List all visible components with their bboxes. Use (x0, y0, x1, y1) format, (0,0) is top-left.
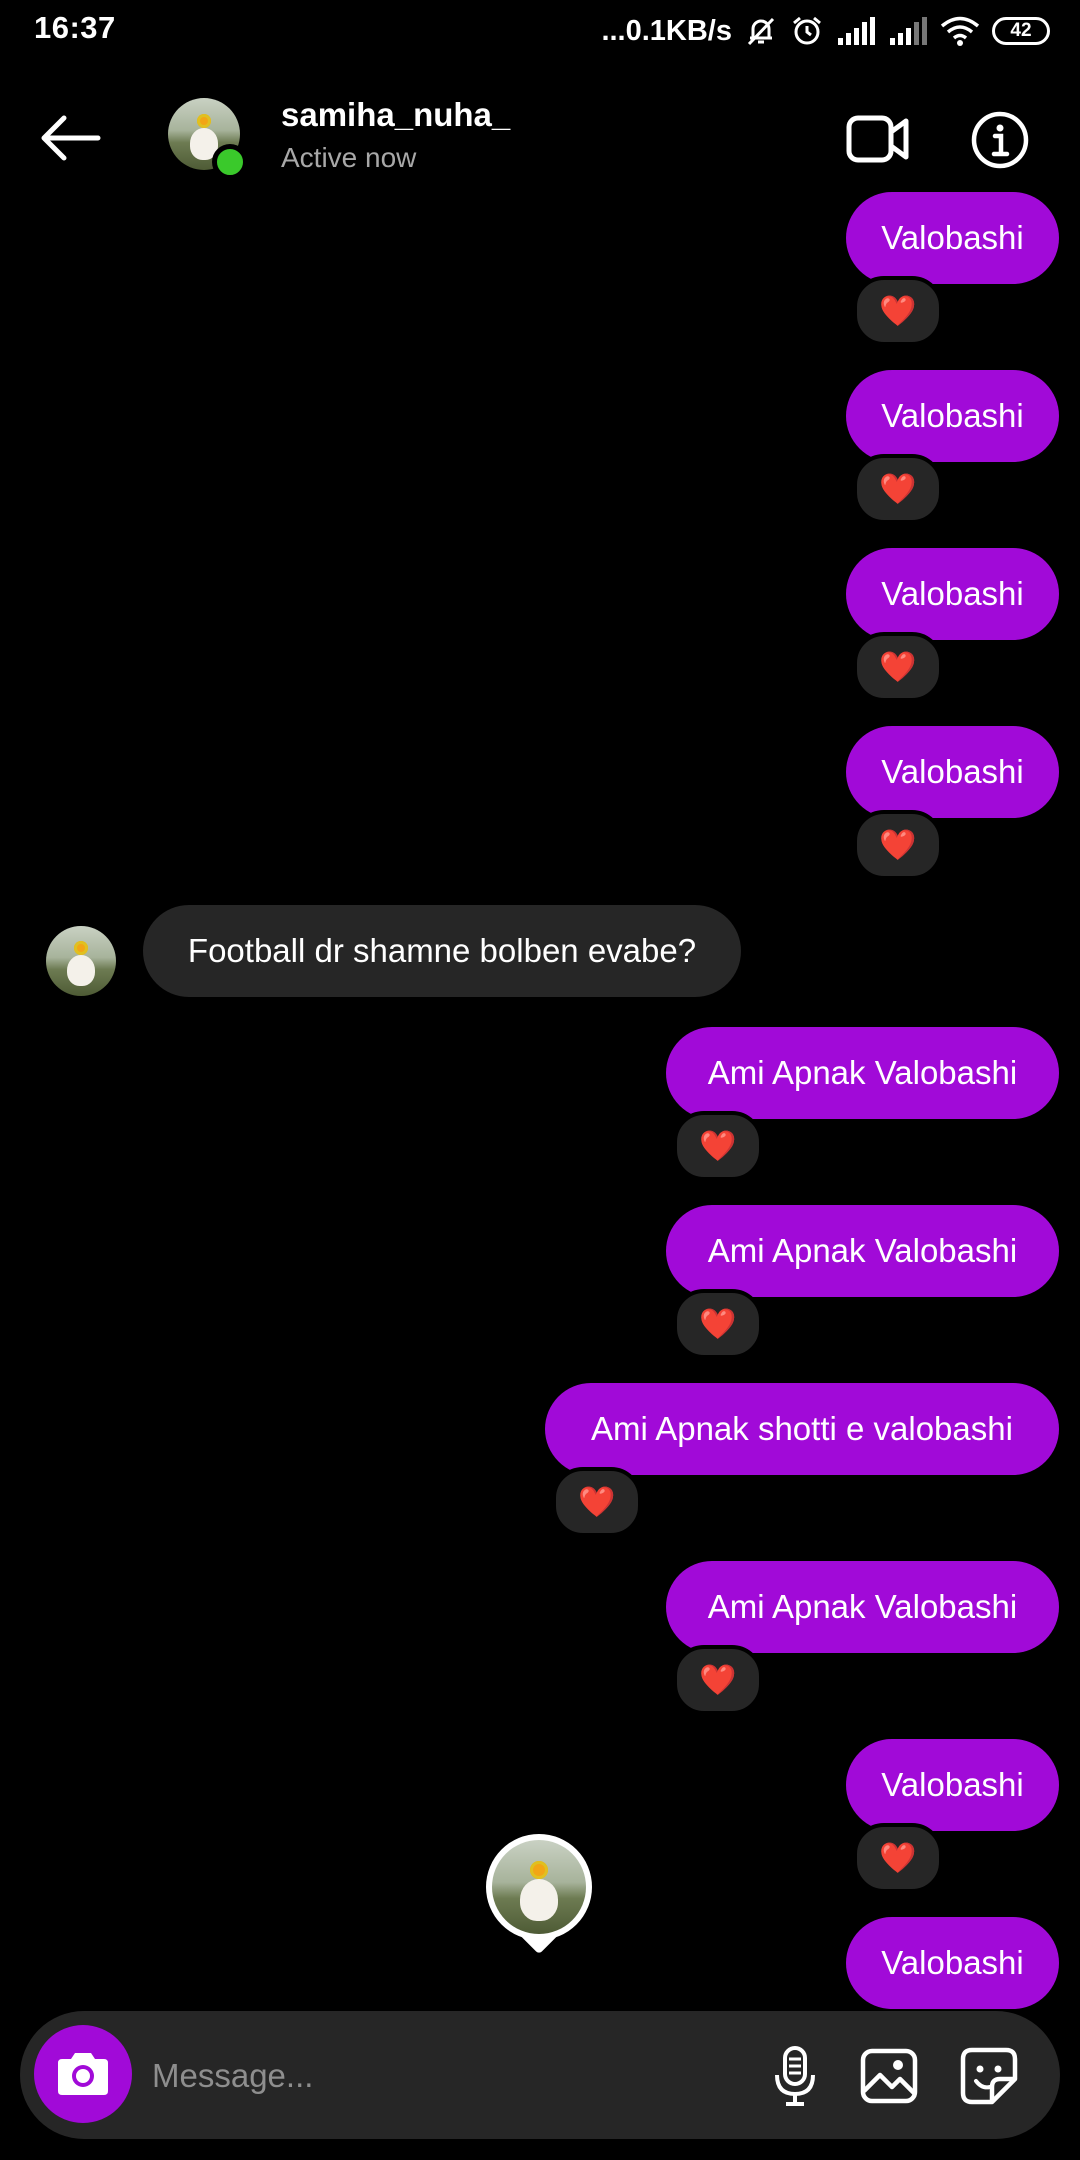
reaction-badge[interactable]: ❤️ (552, 1467, 642, 1537)
heart-icon: ❤️ (879, 650, 917, 684)
heart-icon: ❤️ (879, 828, 917, 862)
message-bubble-outgoing[interactable]: Valobashi (846, 1917, 1059, 2009)
wifi-icon (940, 16, 980, 46)
heart-icon: ❤️ (699, 1129, 737, 1163)
heart-icon: ❤️ (699, 1307, 737, 1341)
active-status: Active now (281, 142, 417, 173)
avatar-image (492, 1840, 586, 1934)
message-bubble-outgoing[interactable]: Valobashi (846, 192, 1059, 284)
mute-bell-icon (747, 17, 775, 46)
video-call-icon[interactable] (846, 112, 910, 166)
microphone-button[interactable] (760, 2041, 830, 2111)
signal-icon (838, 17, 875, 45)
online-indicator (212, 144, 248, 180)
network-speed: ...0.1KB/s (601, 14, 732, 47)
heart-icon: ❤️ (578, 1485, 616, 1519)
message-bubble-outgoing[interactable]: Ami Apnak shotti e valobashi (545, 1383, 1059, 1475)
chat-header: samiha_nuha_ Active now (0, 62, 1080, 212)
reaction-badge[interactable]: ❤️ (673, 1289, 763, 1359)
reaction-badge[interactable]: ❤️ (673, 1111, 763, 1181)
heart-icon: ❤️ (699, 1663, 737, 1697)
signal-2-icon (890, 17, 927, 45)
heart-icon: ❤️ (879, 1841, 917, 1875)
message-bubble-outgoing[interactable]: Valobashi (846, 1739, 1059, 1831)
info-icon[interactable] (970, 110, 1030, 170)
status-bar: 16:37 ...0.1KB/s 42 (0, 0, 1080, 62)
gallery-icon (860, 2048, 918, 2104)
alarm-icon (793, 16, 821, 45)
reaction-badge[interactable]: ❤️ (853, 810, 943, 880)
message-bubble-outgoing[interactable]: Valobashi (846, 370, 1059, 462)
profile-avatar[interactable] (168, 98, 248, 180)
reaction-badge[interactable]: ❤️ (853, 1823, 943, 1893)
back-arrow-icon[interactable] (36, 110, 106, 166)
message-bubble-outgoing[interactable]: Valobashi (846, 726, 1059, 818)
seen-avatar-marker (486, 1834, 592, 1960)
message-bubble-outgoing[interactable]: Ami Apnak Valobashi (666, 1561, 1059, 1653)
message-bubble-outgoing[interactable]: Valobashi (846, 548, 1059, 640)
reaction-badge[interactable]: ❤️ (853, 454, 943, 524)
microphone-icon (775, 2046, 815, 2106)
contact-username[interactable]: samiha_nuha_ (281, 96, 510, 134)
gallery-button[interactable] (854, 2041, 924, 2111)
message-bubble-outgoing[interactable]: Ami Apnak Valobashi (666, 1027, 1059, 1119)
sticker-button[interactable] (954, 2041, 1024, 2111)
heart-icon: ❤️ (879, 472, 917, 506)
sticker-icon (960, 2047, 1018, 2105)
message-composer (20, 2011, 1060, 2139)
message-input[interactable] (150, 2035, 734, 2117)
sender-avatar[interactable] (46, 926, 116, 996)
status-time: 16:37 (34, 10, 116, 45)
message-bubble-incoming[interactable]: Football dr shamne bolben evabe? (143, 905, 741, 997)
camera-button[interactable] (34, 2025, 132, 2123)
reaction-badge[interactable]: ❤️ (853, 276, 943, 346)
reaction-badge[interactable]: ❤️ (853, 632, 943, 702)
reaction-badge[interactable]: ❤️ (673, 1645, 763, 1715)
avatar-image (46, 926, 116, 996)
message-bubble-outgoing[interactable]: Ami Apnak Valobashi (666, 1205, 1059, 1297)
status-icons: ...0.1KB/s 42 (601, 8, 1050, 54)
heart-icon: ❤️ (879, 294, 917, 328)
camera-icon (58, 2053, 108, 2095)
battery-icon: 42 (992, 17, 1050, 45)
